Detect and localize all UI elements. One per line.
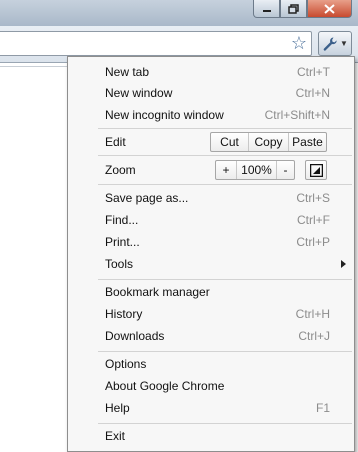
zoom-level: 100% xyxy=(236,161,276,179)
close-icon xyxy=(324,3,335,14)
menu-item-exit[interactable]: Exit xyxy=(68,425,354,447)
menu-separator xyxy=(98,351,352,352)
menu-item-help[interactable]: Help F1 xyxy=(68,397,354,419)
paste-button[interactable]: Paste xyxy=(288,133,326,151)
menu-item-label: New tab xyxy=(105,65,150,79)
zoom-out-button[interactable]: - xyxy=(276,161,294,179)
menu-separator xyxy=(98,279,352,280)
shortcut-label: Ctrl+S xyxy=(296,191,330,205)
menu-item-print[interactable]: Print... Ctrl+P xyxy=(68,231,354,253)
menu-item-label: Save page as... xyxy=(105,191,189,205)
menu-item-new-tab[interactable]: New tab Ctrl+T xyxy=(68,61,354,83)
wrench-icon xyxy=(323,37,337,51)
window-titlebar xyxy=(0,0,358,26)
chevron-down-icon: ▼ xyxy=(340,39,348,48)
edit-button-group: Cut Copy Paste xyxy=(210,132,327,152)
menu-item-tools[interactable]: Tools xyxy=(68,253,354,275)
menu-item-label: Downloads xyxy=(105,329,165,343)
shortcut-label: Ctrl+Shift+N xyxy=(264,108,330,122)
fullscreen-icon xyxy=(309,163,323,177)
menu-item-label: Help xyxy=(105,401,130,415)
menu-separator xyxy=(98,128,352,129)
zoom-button-group: + 100% - xyxy=(215,160,295,180)
menu-item-new-incognito-window[interactable]: New incognito window Ctrl+Shift+N xyxy=(68,104,354,126)
menu-item-label: Edit xyxy=(105,135,126,149)
submenu-arrow-icon xyxy=(341,260,346,268)
menu-item-about[interactable]: About Google Chrome xyxy=(68,375,354,397)
copy-button[interactable]: Copy xyxy=(248,133,288,151)
menu-item-label: History xyxy=(105,307,143,321)
menu-item-label: Bookmark manager xyxy=(105,285,210,299)
shortcut-label: Ctrl+P xyxy=(296,235,330,249)
minimize-button[interactable] xyxy=(253,0,280,18)
restore-icon xyxy=(288,3,299,14)
menu-item-history[interactable]: History Ctrl+H xyxy=(68,303,354,325)
menu-item-label: Zoom xyxy=(105,163,136,177)
menu-item-label: Print... xyxy=(105,235,140,249)
zoom-in-button[interactable]: + xyxy=(216,161,236,179)
menu-item-bookmark-manager[interactable]: Bookmark manager xyxy=(68,281,354,303)
menu-item-save-page[interactable]: Save page as... Ctrl+S xyxy=(68,187,354,209)
minimize-icon xyxy=(262,9,271,12)
menu-item-options[interactable]: Options xyxy=(68,353,354,375)
menu-item-downloads[interactable]: Downloads Ctrl+J xyxy=(68,325,354,347)
wrench-menu: New tab Ctrl+T New window Ctrl+N New inc… xyxy=(67,56,355,452)
close-button[interactable] xyxy=(307,0,352,18)
menu-item-find[interactable]: Find... Ctrl+F xyxy=(68,209,354,231)
window-controls xyxy=(253,0,352,19)
wrench-menu-button[interactable]: ▼ xyxy=(318,31,352,56)
menu-item-label: Tools xyxy=(105,257,134,271)
shortcut-label: Ctrl+N xyxy=(295,86,330,100)
menu-separator xyxy=(98,423,352,424)
menu-item-label: Options xyxy=(105,357,147,371)
shortcut-label: Ctrl+J xyxy=(298,329,330,343)
shortcut-label: F1 xyxy=(315,401,330,415)
shortcut-label: Ctrl+T xyxy=(297,65,330,79)
menu-item-label: Find... xyxy=(105,213,139,227)
menu-separator xyxy=(98,155,352,156)
menu-item-label: New incognito window xyxy=(105,108,224,122)
menu-item-label: New window xyxy=(105,86,173,100)
bookmark-star-icon[interactable]: ☆ xyxy=(289,33,309,53)
omnibox[interactable]: ☆ xyxy=(0,31,312,56)
cut-button[interactable]: Cut xyxy=(211,133,248,151)
menu-item-label: About Google Chrome xyxy=(105,379,225,393)
restore-button[interactable] xyxy=(280,0,307,18)
menu-item-label: Exit xyxy=(105,429,126,443)
menu-item-new-window[interactable]: New window Ctrl+N xyxy=(68,82,354,104)
menu-separator xyxy=(98,184,352,185)
shortcut-label: Ctrl+F xyxy=(297,213,330,227)
fullscreen-button[interactable] xyxy=(305,160,327,180)
shortcut-label: Ctrl+H xyxy=(295,307,330,321)
divider xyxy=(0,66,70,67)
